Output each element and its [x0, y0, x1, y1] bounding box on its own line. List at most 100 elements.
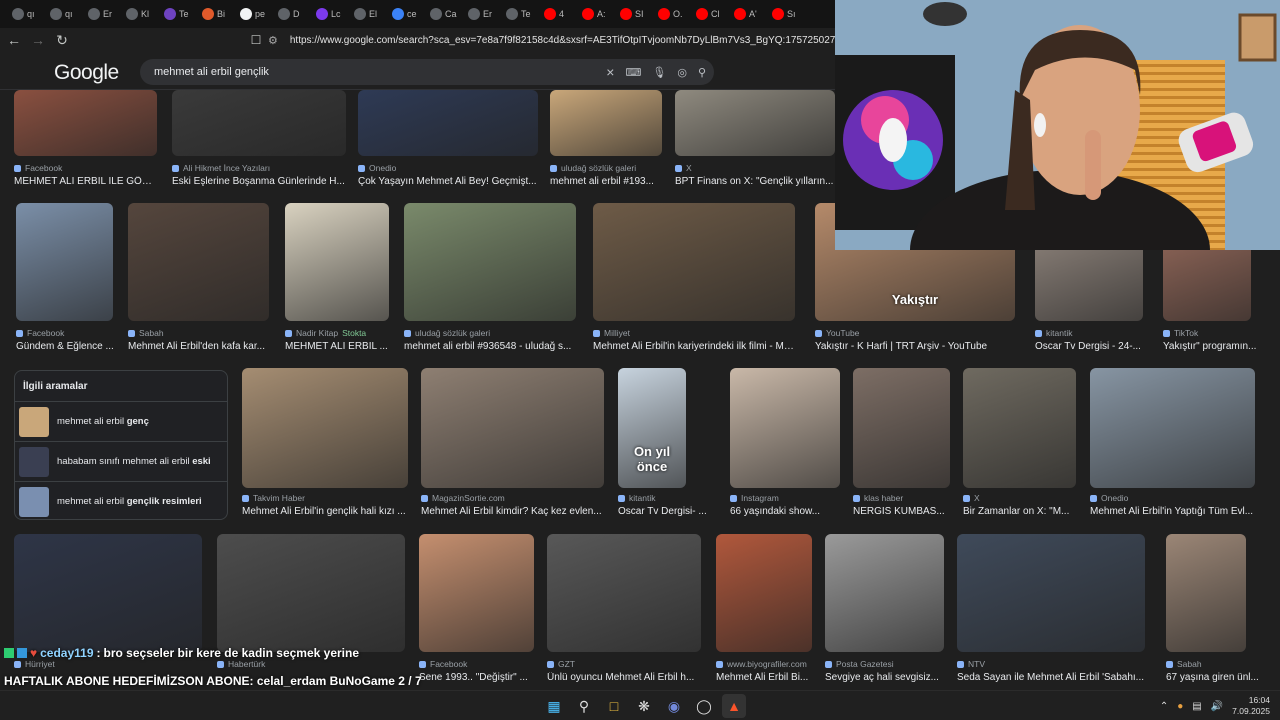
image-result[interactable]: [404, 203, 576, 321]
image-result[interactable]: On yıl önce: [618, 368, 686, 488]
result-source[interactable]: Sabah: [1166, 659, 1202, 669]
result-source[interactable]: Sabah: [128, 328, 164, 338]
result-source[interactable]: kitantik: [618, 493, 655, 503]
result-title[interactable]: mehmet ali erbil #936548 - uludağ s...: [404, 341, 576, 352]
result-title[interactable]: MEHMET ALİ ERBİL İLE GÖL ...: [14, 176, 157, 187]
image-result[interactable]: [675, 90, 835, 156]
result-title[interactable]: Mehmet Ali Erbil'in kariyerindeki ilk fi…: [593, 341, 795, 352]
result-source[interactable]: Milliyet: [593, 328, 630, 338]
file-explorer-icon[interactable]: □: [602, 694, 626, 718]
search-icon[interactable]: ⚲: [698, 66, 706, 79]
browser-tab[interactable]: D: [270, 3, 308, 25]
image-result[interactable]: [358, 90, 538, 156]
result-source[interactable]: X: [675, 163, 692, 173]
result-source[interactable]: uludağ sözlük galeri: [550, 163, 636, 173]
result-title[interactable]: Yakıştır - K Harfi | TRT Arşiv - YouTube: [815, 341, 1015, 352]
result-source[interactable]: Onedio: [1090, 493, 1128, 503]
image-result[interactable]: [128, 203, 269, 321]
image-result[interactable]: [217, 534, 405, 652]
browser-tab[interactable]: Ca: [422, 3, 460, 25]
result-source[interactable]: NTV: [957, 659, 985, 669]
chatgpt-icon[interactable]: ❋: [632, 694, 656, 718]
related-item[interactable]: mehmet ali erbil genç: [15, 401, 227, 441]
result-source[interactable]: klas haber: [853, 493, 903, 503]
browser-tab[interactable]: Kl: [118, 3, 156, 25]
result-title[interactable]: Sevgiye aç hali sevgisiz...: [825, 672, 944, 683]
result-title[interactable]: mehmet ali erbil #193...: [550, 176, 668, 187]
result-title[interactable]: Mehmet Ali Erbil'in Yaptığı Tüm Evl...: [1090, 506, 1255, 517]
result-source[interactable]: X: [963, 493, 980, 503]
result-title[interactable]: Yakıştır" programın...: [1163, 341, 1280, 352]
browser-tab[interactable]: Bi: [194, 3, 232, 25]
browser-tab[interactable]: Sı: [764, 3, 802, 25]
google-logo[interactable]: Google: [54, 61, 119, 85]
browser-tab[interactable]: Cl: [688, 3, 726, 25]
browser-tab[interactable]: ce: [384, 3, 422, 25]
image-result[interactable]: [716, 534, 812, 652]
result-source[interactable]: Ali Hikmet İnce Yazıları: [172, 163, 270, 173]
result-title[interactable]: Mehmet Ali Erbil'den kafa kar...: [128, 341, 269, 352]
result-source[interactable]: Takvim Haber: [242, 493, 305, 503]
image-result[interactable]: [593, 203, 795, 321]
result-source[interactable]: MagazinSortie.com: [421, 493, 505, 503]
clock[interactable]: 16:04 7.09.2025: [1232, 695, 1270, 717]
bookmark-icon[interactable]: ☐: [246, 30, 266, 50]
result-source[interactable]: Nadir Kitap Stokta: [285, 328, 366, 338]
search-box[interactable]: mehmet ali erbil gençlik × ⌨ 🎙 ◎ ⚲: [140, 59, 714, 85]
result-title[interactable]: Sene 1993.. "Değiştir" ...: [419, 672, 537, 683]
result-title[interactable]: Oscar Tv Dergisi - 24-...: [1035, 341, 1153, 352]
mic-icon[interactable]: ●: [1177, 701, 1183, 712]
image-result[interactable]: [1166, 534, 1246, 652]
result-source[interactable]: www.biyografiler.com: [716, 659, 807, 669]
browser-tab[interactable]: Lc: [308, 3, 346, 25]
result-title[interactable]: MEHMET ALİ ERBİL ...: [285, 341, 403, 352]
image-result[interactable]: [242, 368, 408, 488]
mic-icon[interactable]: 🎙: [652, 66, 666, 79]
result-source[interactable]: TikTok: [1163, 328, 1198, 338]
result-source[interactable]: Facebook: [419, 659, 467, 669]
result-title[interactable]: Seda Sayan ile Mehmet Ali Erbil 'Sabahı.…: [957, 672, 1145, 683]
result-source[interactable]: Habertürk: [217, 659, 265, 669]
result-title[interactable]: 67 yaşına giren ünl...: [1166, 672, 1280, 683]
image-result[interactable]: [16, 203, 113, 321]
image-result[interactable]: [14, 90, 157, 156]
browser-tab[interactable]: A:: [574, 3, 612, 25]
site-info-icon[interactable]: ⚙: [268, 34, 278, 47]
image-result[interactable]: [419, 534, 534, 652]
result-source[interactable]: Posta Gazetesi: [825, 659, 894, 669]
browser-tab[interactable]: Te: [498, 3, 536, 25]
keyboard-icon[interactable]: ⌨: [625, 66, 641, 79]
result-title[interactable]: Mehmet Ali Erbil kimdir? Kaç kez evlen..…: [421, 506, 604, 517]
browser-tab[interactable]: El: [346, 3, 384, 25]
clear-icon[interactable]: ×: [606, 64, 614, 80]
image-result[interactable]: [172, 90, 346, 156]
result-title[interactable]: 66 yaşındaki show...: [730, 506, 848, 517]
related-item[interactable]: mehmet ali erbil gençlik resimleri: [15, 481, 227, 521]
result-title[interactable]: Gündem & Eğlence ...: [16, 341, 134, 352]
network-icon[interactable]: ▤: [1192, 701, 1201, 712]
result-title[interactable]: Eski Eşlerine Boşanma Günlerinde H...: [172, 176, 346, 187]
image-result[interactable]: [1090, 368, 1255, 488]
volume-icon[interactable]: 🔊: [1211, 701, 1223, 712]
image-result[interactable]: [730, 368, 840, 488]
browser-tab[interactable]: Er: [80, 3, 118, 25]
result-title[interactable]: Bir Zamanlar on X: "M...: [963, 506, 1081, 517]
result-source[interactable]: Instagram: [730, 493, 779, 503]
forward-icon[interactable]: →: [28, 30, 48, 50]
result-title[interactable]: NERGİS KUMBAS...: [853, 506, 971, 517]
result-title[interactable]: Mehmet Ali Erbil'in gençlik hali kızı ..…: [242, 506, 408, 517]
browser-tab[interactable]: Te: [156, 3, 194, 25]
lens-icon[interactable]: ◎: [677, 66, 687, 79]
browser-tab[interactable]: O.: [650, 3, 688, 25]
result-title[interactable]: Mehmet Ali Erbil Bi...: [716, 672, 834, 683]
steam-icon[interactable]: ◯: [692, 694, 716, 718]
brave-icon[interactable]: ▲: [722, 694, 746, 718]
start-icon[interactable]: ▦: [542, 694, 566, 718]
image-result[interactable]: [825, 534, 944, 652]
browser-tab[interactable]: 4: [536, 3, 574, 25]
image-result[interactable]: [547, 534, 701, 652]
image-result[interactable]: [421, 368, 604, 488]
back-icon[interactable]: ←: [4, 30, 24, 50]
result-source[interactable]: Onedio: [358, 163, 396, 173]
image-result[interactable]: [14, 534, 202, 652]
